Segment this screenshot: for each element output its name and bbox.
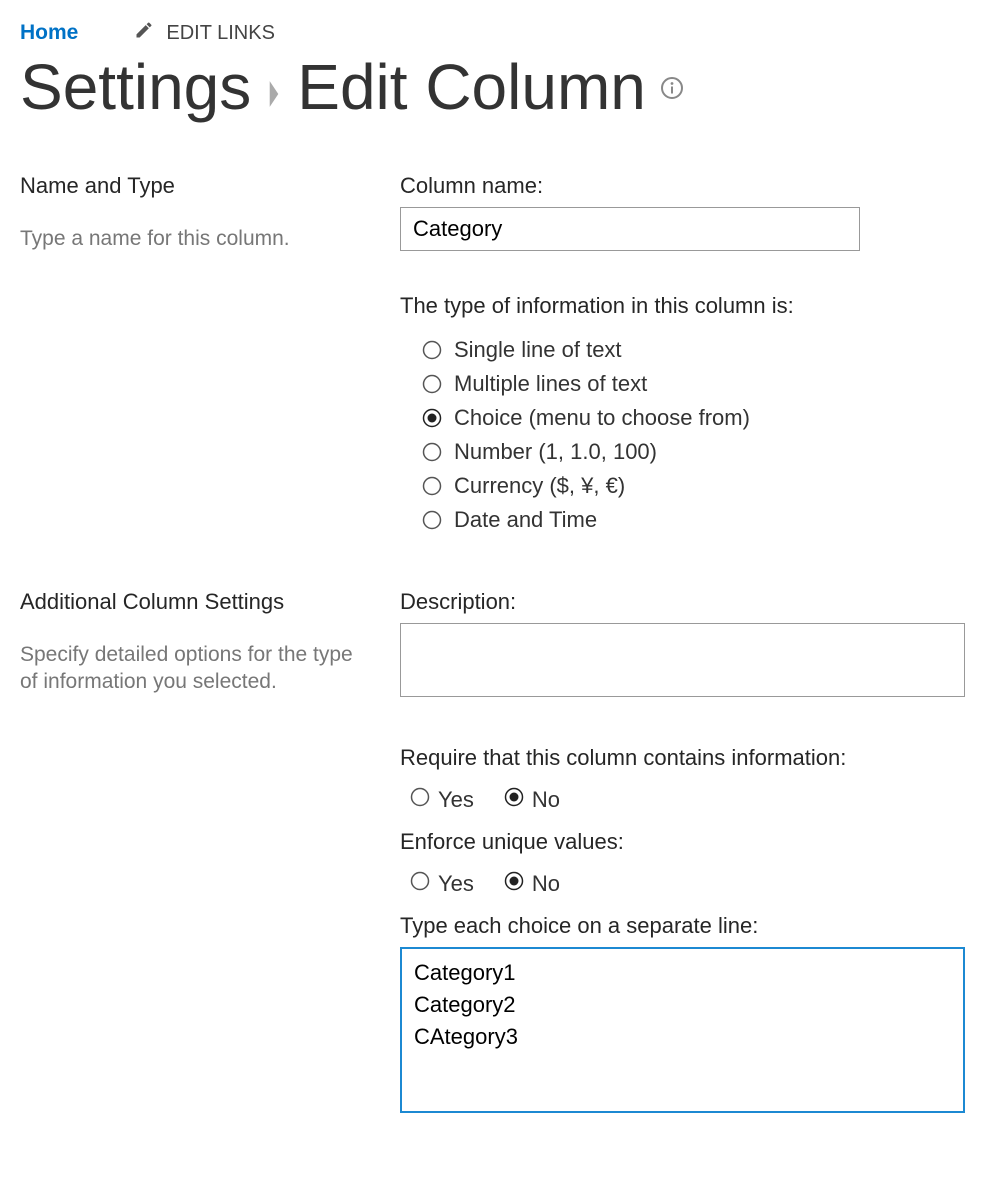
type-option-label: Date and Time <box>454 507 597 533</box>
radio-unchecked-icon <box>422 340 442 360</box>
info-icon[interactable] <box>660 76 684 100</box>
unique-label: Enforce unique values: <box>400 829 980 855</box>
radio-checked-icon <box>504 871 524 897</box>
pencil-icon <box>134 20 154 46</box>
type-option-number[interactable]: Number (1, 1.0, 100) <box>400 435 980 469</box>
type-option-single-line[interactable]: Single line of text <box>400 333 980 367</box>
unique-radio-group: Yes No <box>400 863 980 899</box>
breadcrumb-separator-icon <box>265 54 283 121</box>
breadcrumb-edit-column: Edit Column <box>297 54 646 121</box>
column-name-label: Column name: <box>400 173 980 199</box>
home-link[interactable]: Home <box>20 21 78 45</box>
unique-yes[interactable]: Yes <box>410 871 474 897</box>
type-label: The type of information in this column i… <box>400 293 980 319</box>
description-input[interactable] <box>400 623 965 697</box>
column-name-input[interactable] <box>400 207 860 251</box>
type-option-label: Single line of text <box>454 337 622 363</box>
radio-checked-icon <box>504 787 524 813</box>
require-no[interactable]: No <box>504 787 560 813</box>
radio-unchecked-icon <box>422 374 442 394</box>
page-title: Settings Edit Column <box>20 54 980 121</box>
require-label: Require that this column contains inform… <box>400 745 980 771</box>
require-yes[interactable]: Yes <box>410 787 474 813</box>
section-desc-name-type: Type a name for this column. <box>20 225 370 252</box>
type-option-date-time[interactable]: Date and Time <box>400 503 980 537</box>
choices-input[interactable] <box>400 947 965 1113</box>
type-option-label: Number (1, 1.0, 100) <box>454 439 657 465</box>
require-yes-label: Yes <box>438 787 474 813</box>
type-option-label: Currency ($, ¥, €) <box>454 473 625 499</box>
section-desc-additional: Specify detailed options for the type of… <box>20 641 370 696</box>
radio-checked-icon <box>422 408 442 428</box>
type-option-label: Multiple lines of text <box>454 371 647 397</box>
section-additional-settings: Additional Column Settings Specify detai… <box>20 589 980 1119</box>
type-radio-group: Single line of text Multiple lines of te… <box>400 333 980 537</box>
top-nav: Home EDIT LINKS <box>20 20 980 46</box>
type-option-multiple-lines[interactable]: Multiple lines of text <box>400 367 980 401</box>
type-option-choice[interactable]: Choice (menu to choose from) <box>400 401 980 435</box>
radio-unchecked-icon <box>422 476 442 496</box>
radio-unchecked-icon <box>422 442 442 462</box>
radio-unchecked-icon <box>410 871 430 897</box>
require-no-label: No <box>532 787 560 813</box>
type-option-label: Choice (menu to choose from) <box>454 405 750 431</box>
unique-yes-label: Yes <box>438 871 474 897</box>
section-title-name-type: Name and Type <box>20 173 370 199</box>
breadcrumb-settings[interactable]: Settings <box>20 54 251 121</box>
section-title-additional: Additional Column Settings <box>20 589 370 615</box>
type-option-currency[interactable]: Currency ($, ¥, €) <box>400 469 980 503</box>
section-name-and-type: Name and Type Type a name for this colum… <box>20 173 980 537</box>
unique-no-label: No <box>532 871 560 897</box>
choices-label: Type each choice on a separate line: <box>400 913 980 939</box>
unique-no[interactable]: No <box>504 871 560 897</box>
radio-unchecked-icon <box>422 510 442 530</box>
edit-links-button[interactable]: EDIT LINKS <box>134 20 275 46</box>
require-radio-group: Yes No <box>400 779 980 815</box>
radio-unchecked-icon <box>410 787 430 813</box>
edit-links-label: EDIT LINKS <box>166 22 275 45</box>
description-label: Description: <box>400 589 980 615</box>
